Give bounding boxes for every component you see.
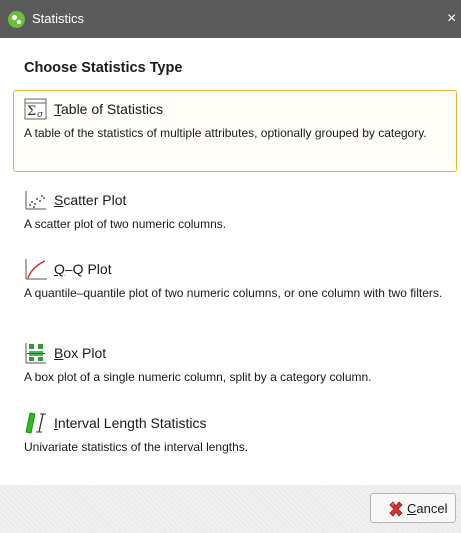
option-scatter-plot[interactable]: Scatter Plot A scatter plot of two numer… [13, 188, 457, 238]
cancel-button[interactable]: Cancel [370, 493, 456, 523]
app-logo-icon [8, 11, 25, 28]
option-description: A table of the statistics of multiple at… [24, 126, 427, 140]
cancel-button-label: Cancel [407, 501, 448, 516]
option-title: Scatter Plot [54, 192, 127, 208]
option-description: Univariate statistics of the interval le… [24, 440, 249, 454]
option-title: Box Plot [54, 345, 107, 361]
option-table-of-statistics[interactable]: Σ σ Table of Statistics A table of the s… [13, 90, 457, 172]
option-description: A quantile–quantile plot of two numeric … [24, 286, 443, 300]
box-plot-icon [24, 342, 48, 364]
cancel-x-icon [387, 500, 405, 518]
option-title: Table of Statistics [54, 101, 163, 117]
interval-length-icon [24, 412, 48, 434]
option-title: Interval Length Statistics [54, 415, 207, 431]
option-description: A box plot of a single numeric column, s… [24, 370, 372, 384]
option-box-plot[interactable]: Box Plot A box plot of a single numeric … [13, 341, 457, 391]
dialog-heading: Choose Statistics Type [24, 60, 183, 76]
option-description: A scatter plot of two numeric columns. [24, 217, 227, 231]
sigma-table-icon: Σ σ [24, 98, 48, 120]
svg-text:σ: σ [37, 110, 44, 120]
option-qq-plot[interactable]: Q–Q Plot A quantile–quantile plot of two… [13, 257, 457, 323]
title-bar: Statistics × [0, 0, 461, 38]
option-interval-length-statistics[interactable]: Interval Length Statistics Univariate st… [13, 411, 457, 461]
option-title: Q–Q Plot [54, 261, 112, 277]
svg-text:Σ: Σ [27, 104, 36, 119]
window-title: Statistics [32, 11, 85, 26]
close-button[interactable]: × [447, 9, 461, 29]
qq-plot-icon [24, 258, 48, 280]
dialog-footer: Cancel [0, 485, 461, 533]
scatter-plot-icon [24, 189, 48, 211]
